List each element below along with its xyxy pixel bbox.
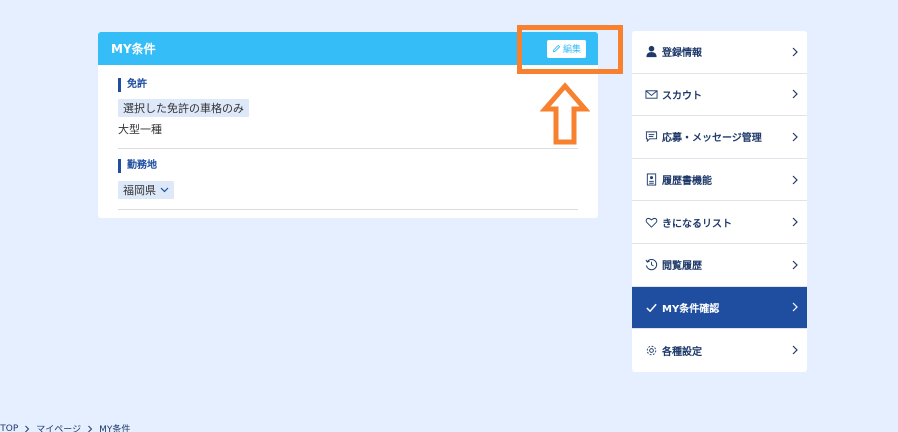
breadcrumb-item-current: MY条件 xyxy=(99,425,131,432)
scout-mail-icon xyxy=(644,87,658,101)
sidebar-item-label: 応募・メッセージ管理 xyxy=(662,133,762,145)
license-condition-tag: 選択した免許の車格のみ xyxy=(118,99,249,117)
chevron-down-icon xyxy=(160,187,169,193)
chevron-right-icon xyxy=(792,132,798,142)
chevron-right-icon xyxy=(792,346,798,355)
chevron-right-icon xyxy=(88,425,93,432)
breadcrumb-item-mypage[interactable]: マイページ xyxy=(36,422,81,432)
workplace-dropdown-label: 福岡県 xyxy=(123,184,156,197)
license-section-label: 免許 xyxy=(118,78,578,92)
chevron-right-icon xyxy=(792,302,798,312)
license-condition-tag-label: 選択した免許の車格のみ xyxy=(123,102,244,115)
breadcrumb: P TOP マイページ MY条件 xyxy=(0,422,130,432)
sidebar-item-label: 閲覧履歴 xyxy=(662,261,702,273)
heart-icon xyxy=(644,215,658,229)
check-icon xyxy=(644,300,658,314)
person-icon xyxy=(644,45,658,59)
sidebar-item-label: きになるリスト xyxy=(662,218,732,230)
sidebar-item-favorites[interactable]: きになるリスト xyxy=(632,201,807,244)
sidebar-item-label: 登録情報 xyxy=(662,48,702,60)
sidebar-item-label: 履歴書機能 xyxy=(662,176,712,188)
highlight-box xyxy=(517,25,623,74)
sidebar-item-settings[interactable]: 各種設定 xyxy=(632,329,807,372)
mypage-sidebar: 登録情報 スカウト 応募・メッセージ管理 履歴書機能 きになるリスト 閲覧履歴 xyxy=(632,31,807,372)
sidebar-item-label: スカウト xyxy=(662,90,702,102)
chevron-right-icon xyxy=(792,175,798,185)
sidebar-item-resume[interactable]: 履歴書機能 xyxy=(632,159,807,202)
workplace-dropdown[interactable]: 福岡県 xyxy=(118,181,174,199)
chevron-right-icon xyxy=(25,425,30,432)
breadcrumb-item-top[interactable]: P TOP xyxy=(0,424,18,432)
sidebar-item-history[interactable]: 閲覧履歴 xyxy=(632,244,807,287)
license-value: 大型一種 xyxy=(118,123,162,136)
sidebar-item-label: 各種設定 xyxy=(662,346,702,358)
card-title: MY条件 xyxy=(111,42,156,56)
up-arrow-icon xyxy=(540,82,590,145)
resume-icon xyxy=(644,173,658,187)
history-icon xyxy=(644,258,658,272)
chevron-right-icon xyxy=(792,217,798,227)
sidebar-item-messages[interactable]: 応募・メッセージ管理 xyxy=(632,116,807,159)
divider xyxy=(118,209,578,210)
sidebar-item-scout[interactable]: スカウト xyxy=(632,74,807,117)
message-icon xyxy=(644,130,658,144)
chevron-right-icon xyxy=(792,260,798,270)
chevron-right-icon xyxy=(792,89,798,99)
sidebar-item-label: MY条件確認 xyxy=(662,303,720,315)
workplace-section-label: 勤務地 xyxy=(118,159,578,173)
sidebar-item-my-conditions[interactable]: MY条件確認 xyxy=(632,286,807,330)
gear-icon xyxy=(644,343,658,357)
chevron-right-icon xyxy=(792,47,798,57)
sidebar-item-registration[interactable]: 登録情報 xyxy=(632,31,807,74)
